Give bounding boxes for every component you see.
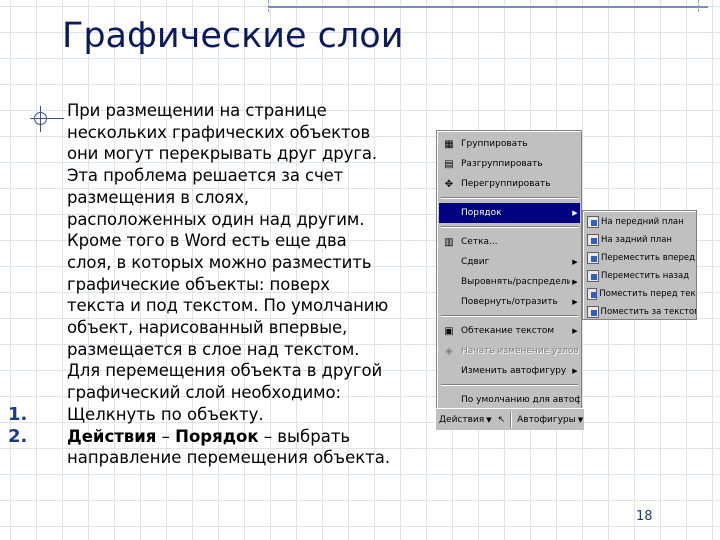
group-icon: ▦ bbox=[444, 138, 454, 150]
actions-button[interactable]: Действия ▼ bbox=[436, 411, 495, 429]
submenu-item-send-to-back[interactable]: На задний план bbox=[585, 231, 696, 249]
menu-item-group[interactable]: ▦ Группировать bbox=[439, 134, 580, 154]
body-line: Кроме того в Word есть еще два bbox=[67, 231, 347, 251]
body-line: размещения в слоях, bbox=[67, 187, 250, 207]
body-line: нескольких графических объектов bbox=[67, 122, 371, 142]
submenu-arrow-icon: ▶ bbox=[572, 298, 578, 306]
top-decoration bbox=[0, 0, 720, 14]
bring-to-front-icon bbox=[587, 216, 599, 228]
step-bold-actions: Действия bbox=[67, 426, 157, 446]
body-line: текста и под текстом. По умолчанию bbox=[67, 296, 389, 316]
submenu-item-behind-text[interactable]: Поместить за текстом bbox=[585, 303, 696, 321]
dash-mark bbox=[268, 0, 269, 12]
menu-item-regroup[interactable]: ✥ Перегруппировать bbox=[439, 174, 580, 194]
behind-text-icon bbox=[587, 306, 599, 318]
submenu-item-bring-to-front[interactable]: На передний план bbox=[585, 213, 696, 231]
menu-item-edit-points[interactable]: ◈ Начать изменение узлов bbox=[439, 341, 580, 361]
step-bold-order: Порядок bbox=[175, 426, 259, 446]
body-line: Эта проблема решается за счет bbox=[67, 166, 344, 186]
menu-separator bbox=[441, 384, 578, 386]
submenu-arrow-icon: ▶ bbox=[572, 278, 578, 286]
body-line: расположенных один над другим. bbox=[67, 209, 365, 229]
menu-item-grid[interactable]: ▥ Сетка... bbox=[439, 232, 580, 252]
body-paragraph: При размещении на странице нескольких гр… bbox=[67, 100, 417, 404]
select-objects-icon[interactable]: ↖ bbox=[495, 411, 509, 429]
order-submenu: На передний план На задний план Перемест… bbox=[582, 210, 697, 320]
submenu-arrow-icon: ▶ bbox=[572, 209, 578, 217]
body-line: объект, нарисованный впервые, bbox=[67, 318, 348, 338]
crosshair-icon bbox=[30, 106, 64, 132]
dash-mark bbox=[698, 0, 699, 12]
step-sep: – выбрать bbox=[258, 426, 351, 446]
step-item: 2. Действия – Порядок – выбрать bbox=[8, 426, 428, 448]
send-backward-icon bbox=[587, 270, 599, 282]
body-line: они могут перекрывать друг друга. bbox=[67, 144, 378, 164]
slide-title: Графические слои bbox=[62, 16, 404, 56]
body-line: Для перемещения объекта в другой bbox=[67, 361, 383, 381]
menu-item-nudge[interactable]: Сдвиг ▶ bbox=[439, 252, 580, 272]
ungroup-icon: ▤ bbox=[444, 158, 454, 170]
body-line: размещается в слое над текстом. bbox=[67, 339, 360, 359]
in-front-of-text-icon bbox=[587, 288, 598, 300]
dropdown-arrow-icon: ▼ bbox=[486, 415, 492, 424]
step-number: 1. bbox=[8, 404, 28, 425]
page-number: 18 bbox=[636, 509, 653, 524]
menu-item-text-wrap[interactable]: ▣ Обтекание текстом ▶ bbox=[439, 321, 580, 341]
menu-item-rotate[interactable]: Повернуть/отразить ▶ bbox=[439, 292, 580, 312]
top-rule bbox=[268, 6, 708, 8]
grid-icon: ▥ bbox=[444, 236, 454, 248]
send-to-back-icon bbox=[587, 234, 599, 246]
submenu-arrow-icon: ▶ bbox=[572, 258, 578, 266]
dropdown-arrow-icon: ▼ bbox=[577, 415, 584, 424]
drawing-toolbar: Действия ▼ ↖ Автофигуры ▼ bbox=[436, 408, 584, 430]
bring-forward-icon bbox=[587, 252, 599, 264]
body-line: графические объекты: поверх bbox=[67, 274, 330, 294]
step-item: 1. Щелкнуть по объекту. bbox=[8, 404, 428, 426]
submenu-item-bring-forward[interactable]: Переместить вперед bbox=[585, 249, 696, 267]
draw-actions-menu: ▦ Группировать ▤ Разгруппировать ✥ Перег… bbox=[436, 130, 582, 430]
body-line: При размещении на странице bbox=[67, 101, 327, 120]
menu-item-autoshape-defaults[interactable]: По умолчанию для автофигур bbox=[439, 390, 580, 410]
steps-list: 1. Щелкнуть по объекту. 2. Действия – По… bbox=[8, 404, 428, 469]
menu-item-ungroup[interactable]: ▤ Разгруппировать bbox=[439, 154, 580, 174]
submenu-arrow-icon: ▶ bbox=[572, 367, 578, 375]
menu-item-order[interactable]: Порядок ▶ bbox=[439, 203, 580, 223]
menu-item-change-autoshape[interactable]: Изменить автофигуру ▶ bbox=[439, 361, 580, 381]
regroup-icon: ✥ bbox=[444, 178, 454, 190]
submenu-item-in-front-of-text[interactable]: Поместить перед текстом bbox=[585, 285, 696, 303]
step-text: направление перемещения объекта. bbox=[67, 448, 391, 468]
menu-separator bbox=[441, 226, 578, 228]
step-item-continued: направление перемещения объекта. bbox=[8, 447, 428, 469]
body-line: слоя, в которых можно разместить bbox=[67, 252, 372, 272]
body-line: графический слой необходимо: bbox=[67, 383, 341, 403]
autoshapes-button[interactable]: Автофигуры ▼ bbox=[514, 411, 586, 429]
toolbar-divider bbox=[510, 411, 513, 428]
submenu-arrow-icon: ▶ bbox=[572, 327, 578, 335]
menu-item-align[interactable]: Выровнять/распределить ▶ bbox=[439, 272, 580, 292]
submenu-item-send-backward[interactable]: Переместить назад bbox=[585, 267, 696, 285]
step-text: Щелкнуть по объекту. bbox=[67, 405, 264, 424]
step-text: Действия – Порядок – выбрать bbox=[67, 426, 350, 448]
menu-separator bbox=[441, 315, 578, 317]
nodes-icon: ◈ bbox=[445, 345, 453, 357]
menu-separator bbox=[441, 197, 578, 199]
wrap-icon: ▣ bbox=[444, 325, 454, 337]
step-sep: – bbox=[156, 426, 176, 446]
step-number: 2. bbox=[8, 425, 28, 447]
